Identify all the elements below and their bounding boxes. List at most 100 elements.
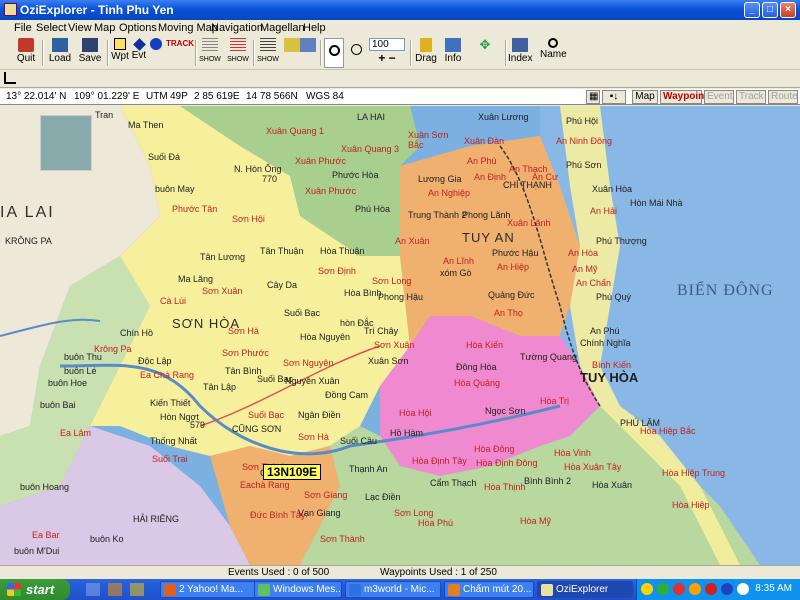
save-button[interactable]: Save — [76, 38, 104, 68]
mode-waypoint[interactable]: Waypoint — [660, 90, 708, 104]
map-place-label: Xuân Phước — [295, 156, 346, 166]
menu-magellan[interactable]: Magellan — [260, 22, 305, 34]
show-tracks-button[interactable]: SHOW — [256, 38, 280, 68]
drag-button[interactable]: Drag — [414, 38, 438, 68]
map-toggle-icon[interactable]: ▦ — [586, 90, 600, 104]
map-place-label: Ea Chà Rang — [140, 370, 195, 380]
map-place-label: Bắc — [408, 140, 424, 150]
event-button[interactable]: Evt — [129, 38, 149, 68]
map-icon — [284, 38, 300, 52]
mode-map[interactable]: Map — [632, 90, 658, 104]
zoom-level-select[interactable]: 100 — [369, 38, 405, 51]
save-position-icon[interactable]: ▪↓ — [602, 90, 626, 104]
map-place-label: 579 — [190, 420, 206, 430]
map-place-label: Thạnh An — [349, 464, 388, 474]
map-place-label: Phú Sơn — [566, 160, 602, 170]
map-place-label: Xuân Lương — [478, 112, 529, 122]
map-place-label: Xuân Sơn — [368, 356, 409, 366]
menu-map[interactable]: Map — [94, 22, 115, 34]
task-windows-messenger[interactable]: Windows Mes... — [254, 581, 342, 598]
show-waypoints-button[interactable]: SHOW — [198, 38, 222, 68]
measure-icon[interactable] — [4, 72, 16, 84]
map-place-label: TUY HÒA — [580, 370, 639, 385]
clock: 8:35 AM — [755, 583, 792, 594]
map-place-label: buôn Hoe — [48, 378, 88, 388]
events-list-icon — [230, 38, 246, 52]
map-place-label: KRÔNG PA — [5, 236, 52, 246]
mode-track[interactable]: Track — [736, 90, 766, 104]
map-place-label: Tân Lương — [200, 252, 245, 262]
tracks-list-icon — [260, 38, 276, 52]
map-place-label: Phước Hòa — [332, 170, 379, 180]
app-icon[interactable] — [4, 3, 17, 16]
map-place-label: Hòa Bình — [344, 288, 382, 298]
info-button[interactable]: Info — [442, 38, 464, 68]
zoom-in-out-icons[interactable]: + − — [378, 51, 395, 65]
map-place-label: Sơn Thành — [320, 534, 365, 544]
track-button[interactable]: TRACK — [166, 38, 194, 68]
messenger-tray-icon[interactable] — [689, 583, 701, 595]
map-place-label: buôn M'Dui — [14, 546, 60, 556]
antivirus-icon[interactable] — [673, 583, 685, 595]
zoom-out-button[interactable] — [348, 38, 364, 68]
map-place-label: Ngọc Sơn — [485, 406, 526, 416]
utm-northing: 14 78 566N — [246, 91, 298, 102]
menu-navigation[interactable]: Navigation — [211, 22, 263, 34]
pan-arrows[interactable]: ✥ — [468, 38, 502, 68]
zoom-tool-button[interactable] — [324, 38, 344, 68]
route-button[interactable] — [148, 38, 164, 68]
task-oziexplorer[interactable]: OziExplorer — [537, 581, 633, 598]
v-icon[interactable] — [705, 583, 717, 595]
map-place-label: Hồ Hàm — [390, 428, 424, 438]
waypoint-button[interactable]: Wpt — [110, 38, 130, 68]
start-button[interactable]: start — [0, 579, 70, 600]
map-place-label: Xuân Đàn — [464, 136, 505, 146]
network-icon[interactable] — [657, 583, 669, 595]
show-events-button[interactable]: SHOW — [226, 38, 250, 68]
map-place-label: Hòa Thịnh — [484, 482, 526, 492]
quit-button[interactable]: Quit — [14, 38, 38, 68]
index-button[interactable]: Index — [508, 38, 532, 68]
menu-help[interactable]: Help — [303, 22, 326, 34]
map-place-label: Ea Bar — [32, 530, 60, 540]
map-place-label: An Nghiệp — [428, 188, 471, 198]
drag-label: Drag — [415, 53, 437, 64]
menu-moving-map[interactable]: Moving Map — [158, 22, 218, 34]
map-place-label: Phong Hậu — [378, 292, 424, 302]
chat-icon[interactable] — [721, 583, 733, 595]
menu-select[interactable]: Select — [36, 22, 67, 34]
mode-route[interactable]: Route — [768, 90, 798, 104]
toolbar-separator — [505, 40, 507, 66]
menu-view[interactable]: View — [68, 22, 92, 34]
map-place-label: Tường Quang — [520, 352, 577, 362]
map-place-label: Hòa Vinh — [554, 448, 591, 458]
quicklaunch-icons[interactable] — [86, 583, 146, 596]
maximize-button[interactable]: □ — [762, 2, 778, 18]
task-cham-mut[interactable]: Chấm mút 20... — [444, 581, 534, 598]
shield-icon[interactable] — [641, 583, 653, 595]
minimize-button[interactable]: _ — [744, 2, 760, 18]
close-button[interactable]: × — [780, 2, 796, 18]
menu-file[interactable]: File — [14, 22, 32, 34]
line-button[interactable] — [300, 38, 316, 68]
map-place-label: An Thọ — [494, 308, 523, 318]
map-place-label: Phong Lãnh — [462, 210, 511, 220]
map-place-label: Lạc Điền — [365, 492, 401, 502]
mode-event[interactable]: Event — [704, 90, 734, 104]
map-view[interactable]: Tran Ma Then Xuân Quang 1 LA HAI Xuân Sơn Bắc… — [0, 106, 800, 565]
name-search-button[interactable]: Name — [540, 38, 567, 68]
magnifier-icon — [328, 45, 340, 56]
menu-options[interactable]: Options — [119, 22, 157, 34]
speaker-icon[interactable] — [737, 583, 749, 595]
overview-thumbnail[interactable] — [40, 115, 92, 171]
map-place-label: Xuân Hòa — [592, 184, 633, 194]
map-place-label: Trí Chây — [364, 326, 399, 336]
task-m3world[interactable]: m3world - Mic... — [345, 581, 441, 598]
window-title: OziExplorer - Tinh Phu Yen — [20, 3, 174, 17]
map-place-label: CŨNG SƠN — [232, 424, 282, 434]
map-list-button[interactable] — [284, 38, 300, 68]
map-place-label: BIỂN ĐÔNG — [677, 282, 774, 299]
grid-label[interactable]: 13N109E — [263, 464, 322, 480]
map-place-label: Sơn Long — [372, 276, 412, 286]
load-button[interactable]: Load — [46, 38, 74, 68]
